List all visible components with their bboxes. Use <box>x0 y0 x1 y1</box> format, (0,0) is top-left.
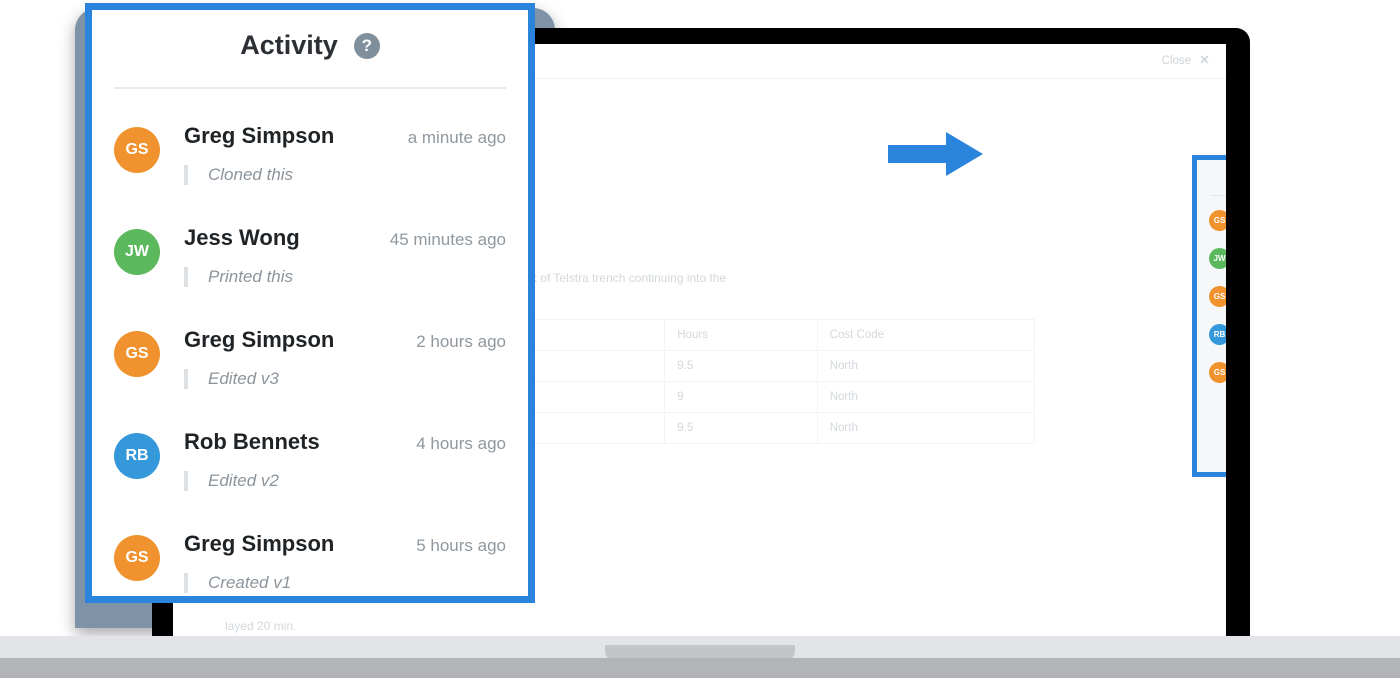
table-cell: 9.5 <box>664 412 818 444</box>
table-cell: North <box>816 350 1036 382</box>
divider <box>1211 195 1226 196</box>
activity-title-label: Activity <box>240 30 338 60</box>
table-header-cell: Cost Code <box>816 319 1036 351</box>
activity-panel-title-magnified: Activity ? <box>114 30 506 87</box>
timestamp: 45 minutes ago <box>389 230 506 249</box>
list-item-body: Greg Simpson a minute ago Cloned this <box>184 123 506 225</box>
list-item-header: Greg Simpson 2 hours ago <box>184 327 506 353</box>
close-button[interactable]: Close <box>1162 54 1210 68</box>
divider <box>114 87 506 89</box>
avatar: JW <box>114 229 160 275</box>
avatar: GS <box>1209 210 1226 231</box>
screenshot-stage: Download PDF Send PDF Clone Close <box>0 0 1400 700</box>
list-item-header: Greg Simpson a minute ago <box>184 123 506 149</box>
table-cell: 9.5 <box>664 350 818 382</box>
activity-panel: Activity ? GS Greg Simpson a minute ago … <box>1197 160 1226 472</box>
list-item-header: Rob Bennets 4 hours ago <box>184 429 506 455</box>
list-item[interactable]: GS Greg Simpson 2 hours ago Edited v3 <box>1209 285 1226 318</box>
avatar: JW <box>1209 248 1226 269</box>
user-name: Greg Simpson <box>184 123 335 148</box>
list-item-body: Greg Simpson 2 hours ago Edited v3 <box>184 327 506 429</box>
user-name: Rob Bennets <box>184 429 320 454</box>
list-item-body: Jess Wong 45 minutes ago Printed this <box>184 225 506 327</box>
action-text: Created v1 <box>184 573 506 593</box>
list-item[interactable]: JW Jess Wong 45 minutes ago Printed this <box>1209 247 1226 280</box>
activity-panel-magnified-highlight: Activity ? GS Greg Simpson a minute ago … <box>85 3 535 603</box>
list-item-body: Greg Simpson 5 hours ago Created v1 <box>184 531 506 596</box>
avatar: GS <box>114 535 160 581</box>
close-icon <box>1199 54 1210 68</box>
laptop-base-shadow <box>0 658 1400 678</box>
action-text: Edited v2 <box>184 471 506 491</box>
avatar: GS <box>114 331 160 377</box>
action-text: Printed this <box>184 267 506 287</box>
table-cell: 9 <box>664 381 818 413</box>
list-item[interactable]: JW Jess Wong 45 minutes ago Printed this <box>114 225 506 327</box>
list-item[interactable]: RB Rob Bennets 4 hours ago Edited v2 <box>114 429 506 531</box>
table-cell: North <box>816 412 1036 444</box>
close-label: Close <box>1161 55 1191 67</box>
avatar: GS <box>1209 286 1226 307</box>
activity-panel-title: Activity ? <box>1209 170 1226 195</box>
avatar: RB <box>1209 324 1226 345</box>
list-item-header: Greg Simpson 5 hours ago <box>184 531 506 557</box>
activity-panel-highlight: Activity ? GS Greg Simpson a minute ago … <box>1192 155 1226 477</box>
list-item[interactable]: GS Greg Simpson a minute ago Cloned this <box>1209 209 1226 242</box>
avatar: RB <box>114 433 160 479</box>
avatar: GS <box>1209 362 1226 383</box>
timestamp: a minute ago <box>407 128 506 147</box>
action-text: Cloned this <box>184 165 506 185</box>
timestamp: 4 hours ago <box>416 434 506 453</box>
user-name: Jess Wong <box>184 225 300 250</box>
user-name: Greg Simpson <box>184 531 335 556</box>
list-item-header: Jess Wong 45 minutes ago <box>184 225 506 251</box>
table-header-cell: Hours <box>664 319 818 351</box>
table-cell: North <box>816 381 1036 413</box>
list-item-body: Rob Bennets 4 hours ago Edited v2 <box>184 429 506 531</box>
list-item[interactable]: RB Rob Bennets 4 hours ago Edited v2 <box>1209 323 1226 356</box>
document-note: layed 20 min. <box>225 619 297 633</box>
list-item[interactable]: GS Greg Simpson 2 hours ago Edited v3 <box>114 327 506 429</box>
activity-panel-magnified: Activity ? GS Greg Simpson a minute ago … <box>92 10 528 596</box>
timestamp: 5 hours ago <box>416 536 506 555</box>
action-text: Edited v3 <box>184 369 506 389</box>
arrow-right-icon <box>888 132 983 176</box>
avatar: GS <box>114 127 160 173</box>
list-item[interactable]: GS Greg Simpson a minute ago Cloned this <box>114 123 506 225</box>
list-item[interactable]: GS Greg Simpson 5 hours ago Created v1 <box>1209 361 1226 394</box>
help-circle-icon[interactable]: ? <box>353 32 380 59</box>
timestamp: 2 hours ago <box>416 332 506 351</box>
user-name: Greg Simpson <box>184 327 335 352</box>
list-item[interactable]: GS Greg Simpson 5 hours ago Created v1 <box>114 531 506 596</box>
